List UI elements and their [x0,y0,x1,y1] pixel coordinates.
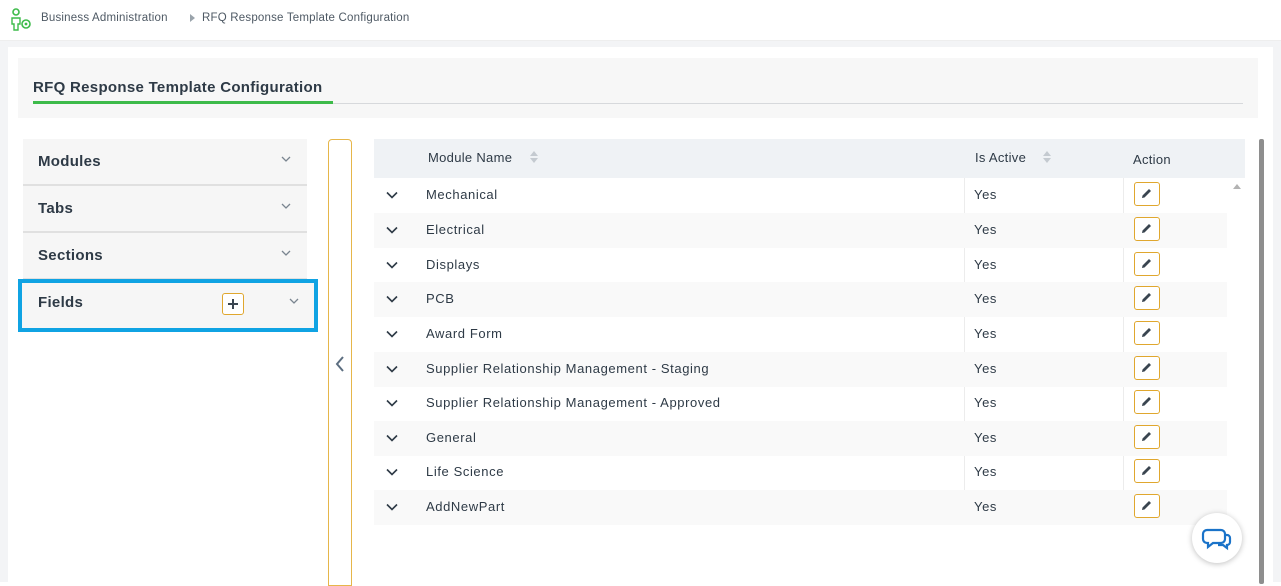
grid-header: Module Name Is Active Action [374,139,1245,178]
table-row: Supplier Relationship Management - Appro… [374,386,1227,421]
pencil-icon [1142,189,1151,198]
module-name-cell: Mechanical [426,187,498,202]
module-name-cell: AddNewPart [426,499,505,514]
table-row: Supplier Relationship Management - Stagi… [374,352,1227,387]
table-row: General Yes [374,421,1227,456]
column-header-action: Action [1133,152,1171,167]
collapse-panel-toggle[interactable] [328,139,352,586]
is-active-cell: Yes [974,395,998,410]
table-row: Electrical Yes [374,213,1227,248]
grid-body: Mechanical Yes Electrical Yes Displays Y… [374,178,1227,582]
is-active-cell: Yes [974,257,998,272]
breadcrumb-separator-icon [190,14,195,22]
page-title: RFQ Response Template Configuration [33,79,323,96]
edit-button[interactable] [1134,286,1160,310]
pencil-icon [1142,432,1151,441]
pencil-icon [1142,259,1151,268]
add-field-button[interactable] [222,293,244,315]
plus-icon [228,299,238,309]
chevron-down-icon[interactable] [281,201,291,211]
pencil-icon [1142,293,1151,302]
pencil-icon [1142,328,1151,337]
breadcrumb-current: RFQ Response Template Configuration [202,12,410,24]
sort-icon[interactable] [530,151,538,163]
column-header-module-name[interactable]: Module Name [428,150,512,165]
accordion-sections[interactable]: Sections [23,233,307,280]
edit-button[interactable] [1134,459,1160,483]
table-row: Life Science Yes [374,455,1227,490]
title-accent-underline [33,101,333,104]
scroll-up-arrow-icon[interactable] [1233,184,1241,189]
is-active-cell: Yes [974,291,998,306]
accordion-tabs-label: Tabs [38,200,74,217]
chevron-down-icon[interactable] [281,154,291,164]
edit-button[interactable] [1134,356,1160,380]
accordion-fields-label: Fields [38,294,84,311]
edit-button[interactable] [1134,321,1160,345]
chevron-down-icon[interactable] [289,296,299,306]
pencil-icon [1142,397,1151,406]
is-active-cell: Yes [974,430,998,445]
is-active-cell: Yes [974,464,998,479]
breadcrumb-business-administration[interactable]: Business Administration [41,12,168,24]
chevron-down-icon[interactable] [386,330,398,338]
edit-button[interactable] [1134,390,1160,414]
page-scrollbar-thumb[interactable] [1259,139,1264,584]
table-row: PCB Yes [374,282,1227,317]
table-row: AddNewPart Yes [374,490,1227,525]
table-row: Displays Yes [374,248,1227,283]
edit-button[interactable] [1134,494,1160,518]
edit-button[interactable] [1134,182,1160,206]
accordion-modules[interactable]: Modules [23,139,307,186]
table-row: Award Form Yes [374,317,1227,352]
chevron-left-icon [335,356,344,372]
chat-button[interactable] [1192,513,1242,563]
chevron-down-icon[interactable] [386,468,398,476]
module-name-cell: PCB [426,291,455,306]
edit-button[interactable] [1134,425,1160,449]
table-row: Mechanical Yes [374,178,1227,213]
module-name-cell: Supplier Relationship Management - Appro… [426,395,721,410]
module-name-cell: Electrical [426,222,485,237]
is-active-cell: Yes [974,361,998,376]
chevron-down-icon[interactable] [386,434,398,442]
sort-icon[interactable] [1043,151,1051,163]
chevron-down-icon[interactable] [386,226,398,234]
chevron-down-icon[interactable] [386,399,398,407]
chevron-down-icon[interactable] [386,365,398,373]
pencil-icon [1142,363,1151,372]
module-name-cell: Supplier Relationship Management - Stagi… [426,361,710,376]
breadcrumb-bar: Business Administration RFQ Response Tem… [0,0,1281,41]
is-active-cell: Yes [974,326,998,341]
chat-bubbles-icon [1201,528,1232,551]
chevron-down-icon[interactable] [386,261,398,269]
business-admin-logo-icon[interactable] [9,8,33,32]
edit-button[interactable] [1134,252,1160,276]
pencil-icon [1142,501,1151,510]
accordion-modules-label: Modules [38,153,101,170]
edit-button[interactable] [1134,217,1160,241]
chevron-down-icon[interactable] [386,295,398,303]
pencil-icon [1142,466,1151,475]
is-active-cell: Yes [974,222,998,237]
is-active-cell: Yes [974,187,998,202]
module-name-cell: Award Form [426,326,503,341]
is-active-cell: Yes [974,499,998,514]
module-name-cell: Life Science [426,464,505,479]
chevron-down-icon[interactable] [281,248,291,258]
pencil-icon [1142,224,1151,233]
chevron-down-icon[interactable] [386,191,398,199]
column-header-is-active[interactable]: Is Active [975,150,1026,165]
accordion-sections-label: Sections [38,247,103,264]
chevron-down-icon[interactable] [386,503,398,511]
accordion-fields[interactable]: Fields [18,279,318,332]
module-name-cell: General [426,430,477,445]
accordion-tabs[interactable]: Tabs [23,186,307,233]
module-name-cell: Displays [426,257,480,272]
